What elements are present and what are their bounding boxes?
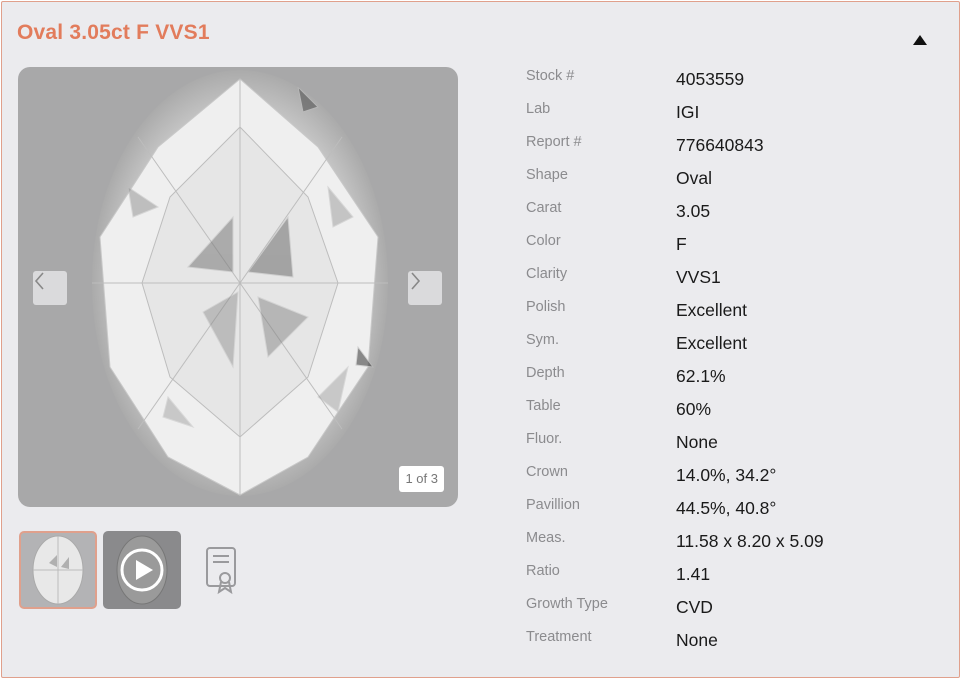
spec-value: 11.58 x 8.20 x 5.09 <box>676 531 824 551</box>
spec-value: 1.41 <box>676 564 711 584</box>
collapse-button[interactable] <box>906 26 934 54</box>
triangle-up-icon <box>913 35 927 45</box>
spec-value: Oval <box>676 168 712 188</box>
spec-value: VVS1 <box>676 267 721 287</box>
spec-label: Lab <box>526 101 551 117</box>
spec-value: 14.0%, 34.2° <box>676 465 777 485</box>
spec-label: Polish <box>526 299 566 315</box>
diamond-image <box>92 70 388 496</box>
previous-image-button[interactable] <box>33 271 67 305</box>
spec-value: 44.5%, 40.8° <box>676 498 777 518</box>
spec-value: Excellent <box>676 333 748 353</box>
spec-value: CVD <box>676 597 713 617</box>
spec-row: Carat 3.05 <box>526 196 946 229</box>
spec-row: Report # 776640843 <box>526 130 946 163</box>
spec-row: Depth 62.1% <box>526 361 946 394</box>
specs-table: Stock # 4053559 Lab IGI Report # 776640843 Sha… <box>526 64 946 658</box>
spec-value: 776640843 <box>676 135 764 155</box>
spec-value: 60% <box>676 399 712 419</box>
spec-label: Meas. <box>526 530 566 546</box>
spec-value: IGI <box>676 102 700 122</box>
chevron-right-icon <box>411 272 421 290</box>
next-image-button[interactable] <box>408 271 442 305</box>
spec-value: None <box>676 630 718 650</box>
spec-value: 62.1% <box>676 366 726 386</box>
spec-row: Lab IGI <box>526 97 946 130</box>
spec-row: Color F <box>526 229 946 262</box>
spec-label: Stock # <box>526 68 575 84</box>
spec-label: Depth <box>526 365 565 381</box>
spec-row: Fluor. None <box>526 427 946 460</box>
diamond-detail-panel: Oval 3.05ct F VVS1 1 of 3 Stock # 405355… <box>1 1 960 678</box>
spec-row: Treatment None <box>526 625 946 658</box>
thumbnail-video[interactable] <box>103 531 181 609</box>
spec-row: Table 60% <box>526 394 946 427</box>
image-counter: 1 of 3 <box>399 466 444 492</box>
thumbnail-image[interactable] <box>19 531 97 609</box>
spec-label: Treatment <box>526 629 592 645</box>
spec-value: None <box>676 432 718 452</box>
spec-label: Shape <box>526 167 568 183</box>
spec-label: Color <box>526 233 561 249</box>
spec-row: Meas. 11.58 x 8.20 x 5.09 <box>526 526 946 559</box>
spec-row: Ratio 1.41 <box>526 559 946 592</box>
spec-label: Crown <box>526 464 568 480</box>
diamond-thumbnail <box>32 535 84 605</box>
spec-value: 4053559 <box>676 69 745 89</box>
spec-row: Shape Oval <box>526 163 946 196</box>
spec-row: Sym. Excellent <box>526 328 946 361</box>
spec-label: Clarity <box>526 266 568 282</box>
spec-label: Pavillion <box>526 497 580 513</box>
spec-label: Fluor. <box>526 431 563 447</box>
spec-value: F <box>676 234 687 254</box>
spec-label: Ratio <box>526 563 560 579</box>
spec-value: Excellent <box>676 300 748 320</box>
spec-label: Growth Type <box>526 596 608 612</box>
image-gallery[interactable]: 1 of 3 <box>18 67 458 507</box>
spec-row: Stock # 4053559 <box>526 64 946 97</box>
spec-label: Sym. <box>526 332 560 348</box>
spec-value: 3.05 <box>676 201 711 221</box>
spec-label: Report # <box>526 134 582 150</box>
page-title: Oval 3.05ct F VVS1 <box>17 21 210 44</box>
play-icon <box>116 535 168 605</box>
spec-row: Growth Type CVD <box>526 592 946 625</box>
certificate-icon[interactable] <box>198 542 244 598</box>
spec-row: Polish Excellent <box>526 295 946 328</box>
spec-row: Crown 14.0%, 34.2° <box>526 460 946 493</box>
spec-row: Pavillion 44.5%, 40.8° <box>526 493 946 526</box>
spec-row: Clarity VVS1 <box>526 262 946 295</box>
spec-label: Carat <box>526 200 562 216</box>
spec-label: Table <box>526 398 561 414</box>
chevron-left-icon <box>34 272 44 290</box>
